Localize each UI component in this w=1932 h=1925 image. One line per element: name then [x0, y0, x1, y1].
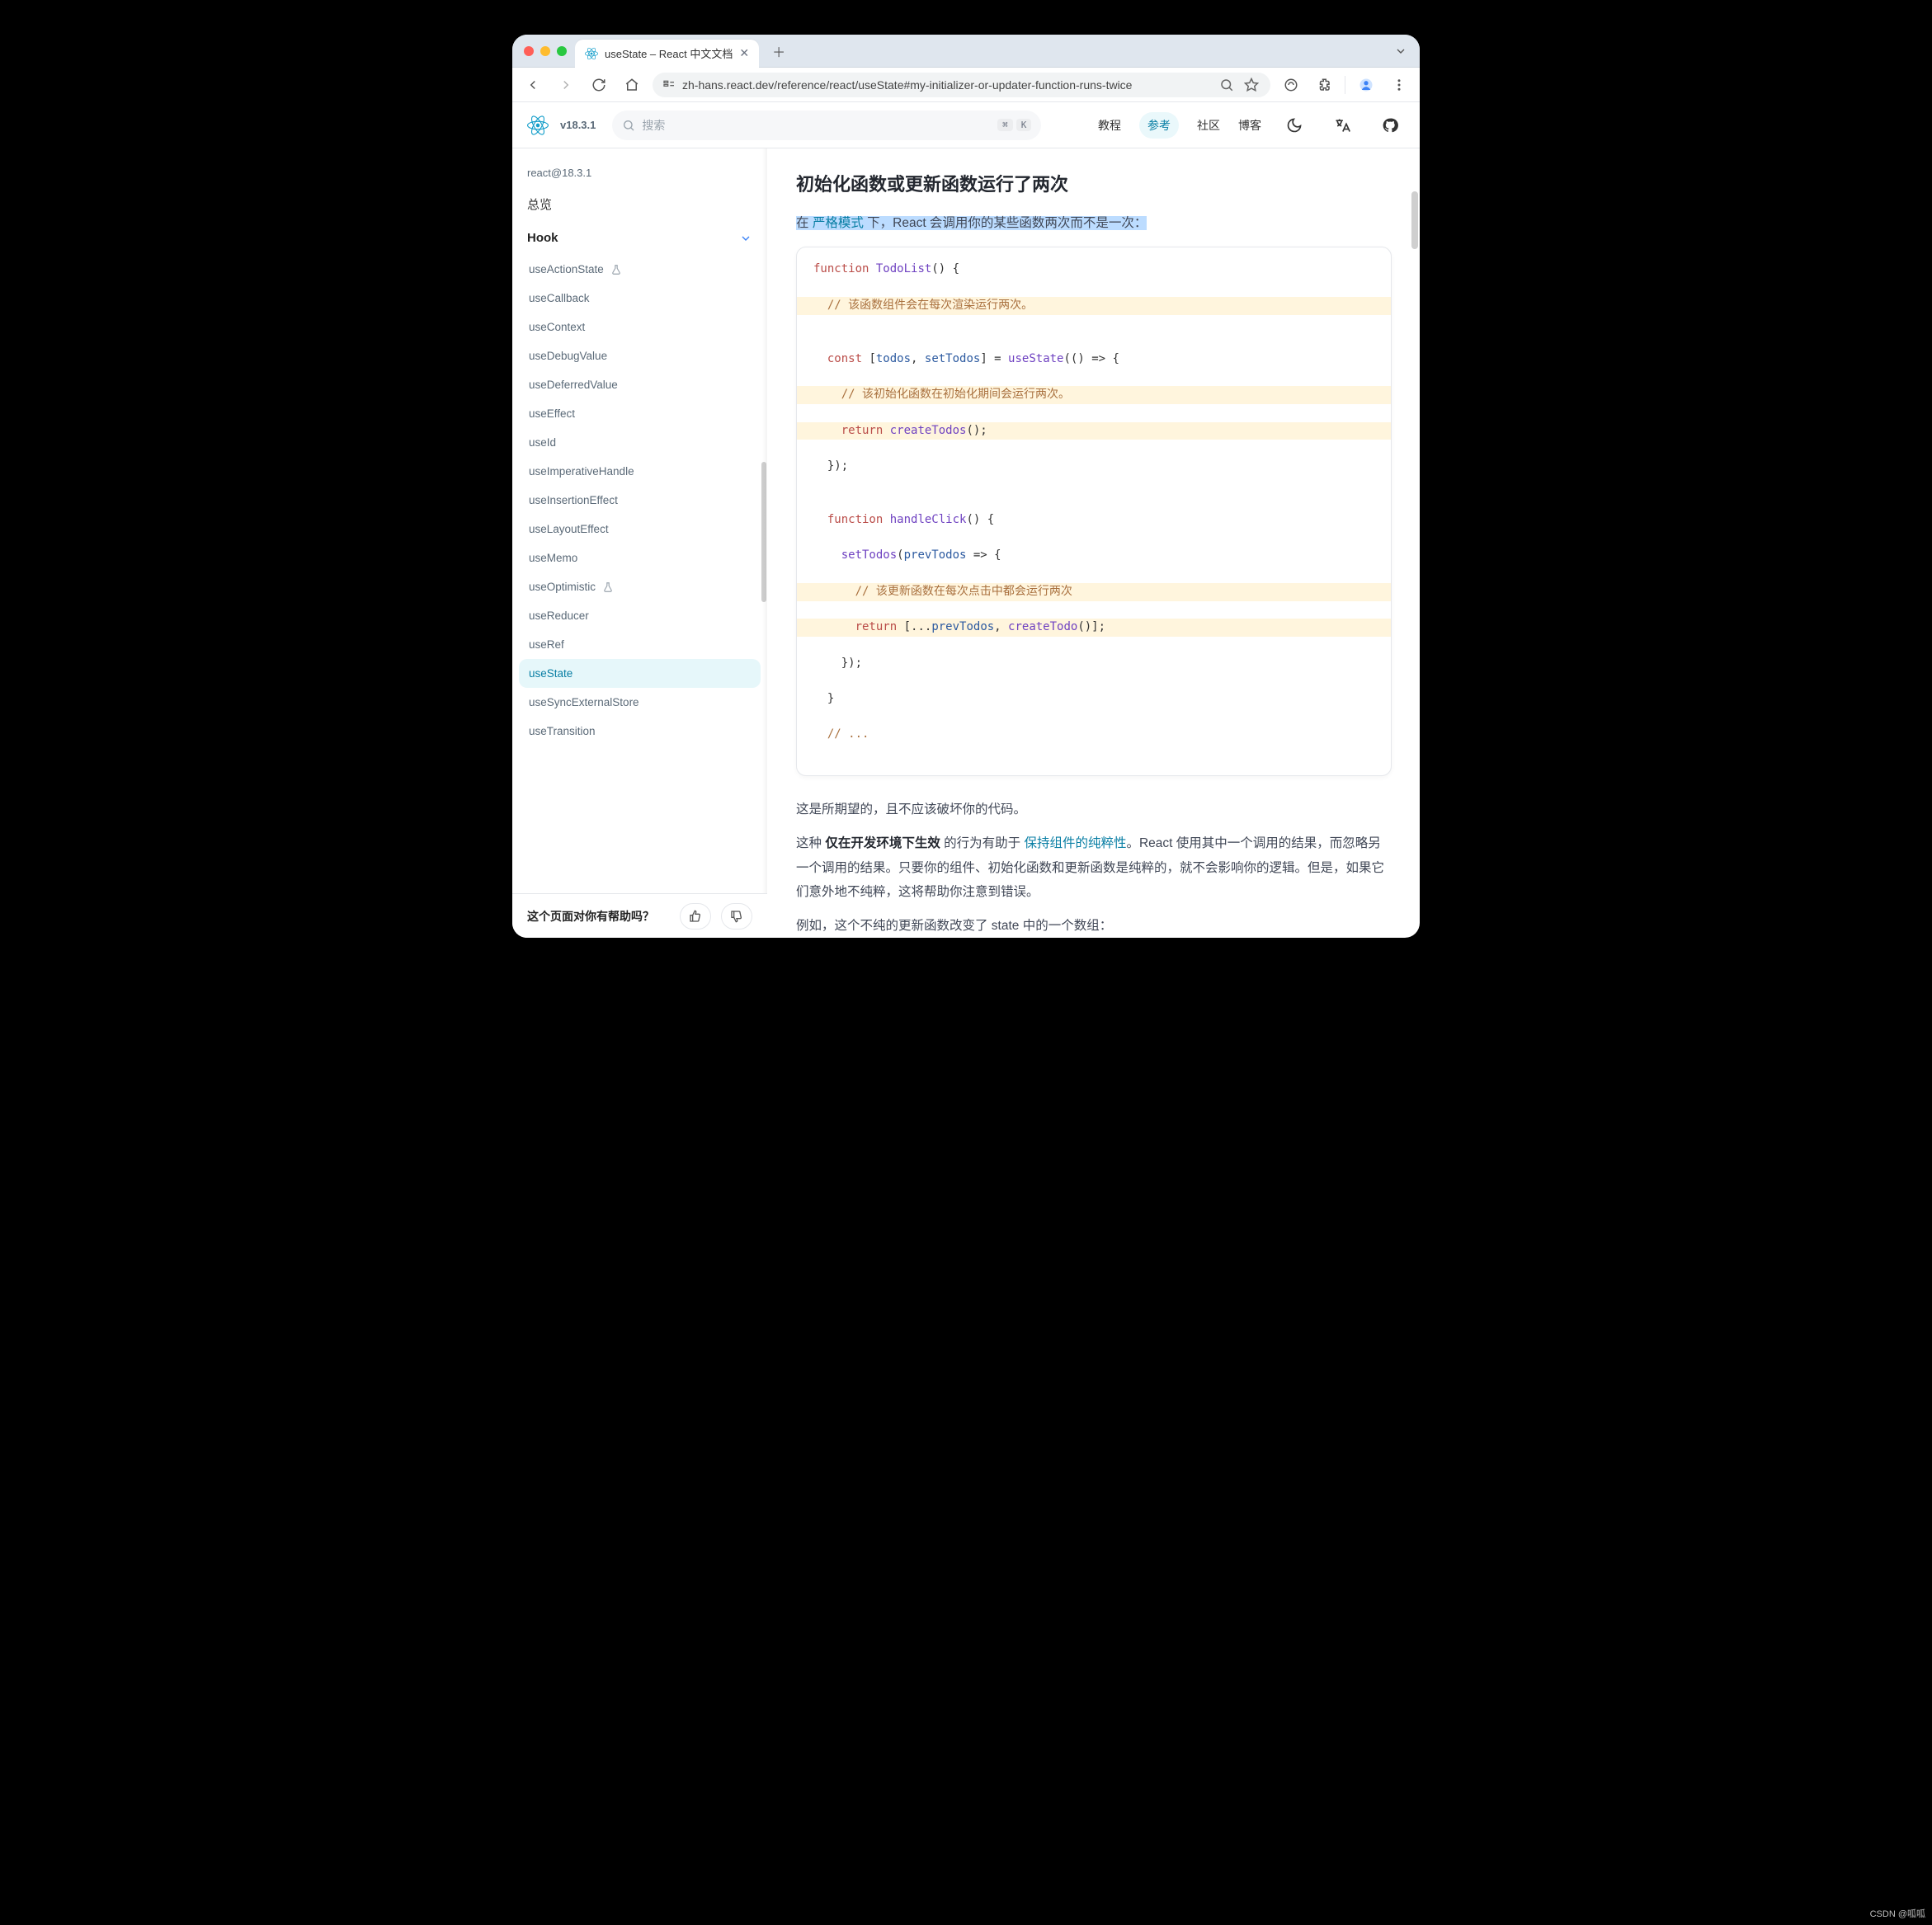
bookmark-icon[interactable]: [1242, 73, 1261, 97]
sidebar-item-label: useDeferredValue: [529, 379, 618, 391]
new-tab-button[interactable]: ＋: [767, 40, 790, 63]
flask-icon: [602, 581, 614, 593]
sidebar-item-usereducer[interactable]: useReducer: [519, 601, 761, 630]
sidebar-item-label: useReducer: [529, 610, 589, 622]
sidebar-item-label: useSyncExternalStore: [529, 696, 639, 708]
extensions-menu-icon-1[interactable]: [1279, 73, 1303, 97]
back-button[interactable]: [521, 73, 545, 97]
nav-blog[interactable]: 博客: [1238, 117, 1261, 134]
sidebar-group-hook[interactable]: Hook: [519, 221, 761, 255]
close-window[interactable]: [524, 46, 534, 56]
sidebar-item-label: useDebugValue: [529, 350, 607, 362]
sidebar-package[interactable]: react@18.3.1: [519, 158, 761, 187]
extensions-menu-icon-2[interactable]: [1312, 73, 1336, 97]
sidebar-overview[interactable]: 总览: [519, 187, 761, 221]
pure-components-link[interactable]: 保持组件的纯粹性: [1024, 836, 1126, 850]
sidebar-item-useoptimistic[interactable]: useOptimistic: [519, 572, 761, 601]
thumbs-up-button[interactable]: [680, 903, 711, 930]
sidebar-item-usememo[interactable]: useMemo: [519, 544, 761, 572]
main-content[interactable]: 初始化函数或更新函数运行了两次 在 严格模式 下，React 会调用你的某些函数…: [768, 148, 1420, 938]
zoom-icon[interactable]: [1218, 73, 1236, 97]
search-icon: [622, 119, 635, 132]
browser-tab-strip: useState – React 中文文档 ✕ ＋: [512, 35, 1420, 68]
sidebar-item-useactionstate[interactable]: useActionState: [519, 255, 761, 284]
flask-icon: [610, 264, 622, 275]
feedback-question: 这个页面对你有帮助吗？: [527, 908, 654, 925]
browser-menu-icon[interactable]: [1387, 73, 1411, 97]
chevron-down-icon: [739, 232, 752, 245]
translate-icon[interactable]: [1327, 111, 1357, 140]
section-heading: 初始化函数或更新函数运行了两次: [796, 170, 1392, 196]
sidebar-item-usecallback[interactable]: useCallback: [519, 284, 761, 313]
strict-mode-link[interactable]: 严格模式: [813, 216, 864, 230]
sidebar-item-usetransition[interactable]: useTransition: [519, 717, 761, 746]
sidebar-item-label: useMemo: [529, 552, 577, 564]
url-text: zh-hans.react.dev/reference/react/useSta…: [682, 78, 1211, 92]
tab-title: useState – React 中文文档: [605, 45, 733, 61]
feedback-bar: 这个页面对你有帮助吗？: [512, 893, 767, 938]
page-body: react@18.3.1 总览 Hook useActionState useCa…: [512, 148, 1420, 938]
address-bar[interactable]: zh-hans.react.dev/reference/react/useSta…: [653, 73, 1270, 97]
sidebar-item-label: useTransition: [529, 725, 596, 737]
sidebar-item-uselayouteffect[interactable]: useLayoutEffect: [519, 515, 761, 544]
sidebar-item-label: useActionState: [529, 263, 604, 275]
sidebar-item-label: useOptimistic: [529, 581, 596, 593]
github-icon[interactable]: [1375, 111, 1405, 140]
paragraph-expected: 这是所期望的，且不应该破坏你的代码。: [796, 798, 1392, 821]
maximize-window[interactable]: [557, 46, 567, 56]
sidebar-item-label: useEffect: [529, 407, 575, 420]
search-input[interactable]: 搜索 ⌘ K: [612, 111, 1041, 140]
sidebar-item-useref[interactable]: useRef: [519, 630, 761, 659]
sidebar-item-usestate[interactable]: useState: [519, 659, 761, 688]
paragraph-dev-only: 这种 仅在开发环境下生效 的行为有助于 保持组件的纯粹性。React 使用其中一…: [796, 831, 1392, 904]
sidebar-item-label: useInsertionEffect: [529, 494, 618, 506]
site-header: v18.3.1 搜索 ⌘ K 教程 参考 社区 博客: [512, 102, 1420, 148]
browser-toolbar: zh-hans.react.dev/reference/react/useSta…: [512, 68, 1420, 102]
tabs-dropdown-icon[interactable]: [1390, 40, 1411, 63]
sidebar-item-usedebugvalue[interactable]: useDebugValue: [519, 341, 761, 370]
profile-avatar-icon[interactable]: [1354, 73, 1378, 97]
forward-button[interactable]: [554, 73, 578, 97]
sidebar-item-useeffect[interactable]: useEffect: [519, 399, 761, 428]
react-logo-icon[interactable]: [527, 115, 549, 136]
sidebar-item-usedeferredvalue[interactable]: useDeferredValue: [519, 370, 761, 399]
sidebar-item-label: useRef: [529, 638, 564, 651]
minimize-window[interactable]: [540, 46, 550, 56]
window-controls: [524, 46, 567, 56]
search-placeholder: 搜索: [642, 117, 991, 134]
version-label[interactable]: v18.3.1: [560, 119, 596, 131]
sidebar-item-label: useState: [529, 667, 573, 680]
paragraph-example-intro: 例如，这个不纯的更新函数改变了 state 中的一个数组：: [796, 914, 1392, 938]
nav-tutorial[interactable]: 教程: [1098, 117, 1121, 134]
sidebar-item-label: useContext: [529, 321, 585, 333]
sidebar-item-useid[interactable]: useId: [519, 428, 761, 457]
sidebar-item-useimperativehandle[interactable]: useImperativeHandle: [519, 457, 761, 486]
browser-tab[interactable]: useState – React 中文文档 ✕: [575, 40, 759, 68]
intro-paragraph: 在 严格模式 下，React 会调用你的某些函数两次而不是一次：: [796, 211, 1392, 235]
window-scrollbar[interactable]: [1411, 191, 1418, 249]
sidebar-scrollbar[interactable]: [761, 462, 766, 602]
sidebar-item-label: useLayoutEffect: [529, 523, 609, 535]
code-block-1: function TodoList() { // 该函数组件会在每次渲染运行两次…: [796, 247, 1392, 775]
primary-nav: 教程 参考 社区 博客: [1098, 111, 1405, 140]
search-kbd: ⌘ K: [997, 119, 1031, 131]
sidebar-item-usesyncexternalstore[interactable]: useSyncExternalStore: [519, 688, 761, 717]
sidebar[interactable]: react@18.3.1 总览 Hook useActionState useCa…: [512, 148, 768, 938]
thumbs-down-button[interactable]: [721, 903, 752, 930]
sidebar-item-label: useCallback: [529, 292, 590, 304]
sidebar-item-label: useImperativeHandle: [529, 465, 634, 478]
sidebar-item-useinsertioneffect[interactable]: useInsertionEffect: [519, 486, 761, 515]
theme-toggle-icon[interactable]: [1279, 111, 1309, 140]
watermark: CSDN @呱呱: [1870, 1907, 1925, 1920]
react-favicon-icon: [585, 47, 598, 60]
nav-community[interactable]: 社区: [1197, 117, 1220, 134]
nav-reference[interactable]: 参考: [1139, 112, 1179, 139]
close-tab-icon[interactable]: ✕: [739, 46, 749, 60]
sidebar-item-usecontext[interactable]: useContext: [519, 313, 761, 341]
site-info-icon[interactable]: [662, 79, 676, 91]
home-button[interactable]: [620, 73, 644, 97]
sidebar-item-label: useId: [529, 436, 556, 449]
reload-button[interactable]: [587, 73, 611, 97]
